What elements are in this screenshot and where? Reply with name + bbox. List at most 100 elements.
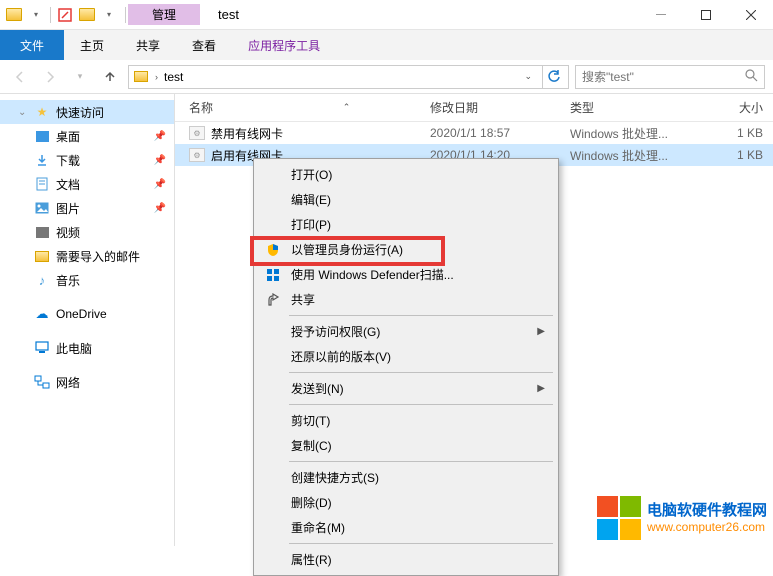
- sidebar-item-folder[interactable]: 需要导入的邮件: [0, 244, 174, 268]
- separator: [125, 7, 126, 23]
- ribbon-tab-view[interactable]: 查看: [176, 30, 232, 60]
- download-icon: [34, 152, 50, 168]
- menu-separator: [289, 372, 553, 373]
- folder-icon[interactable]: [4, 5, 24, 25]
- search-icon[interactable]: [745, 69, 758, 85]
- address-dropdown-icon[interactable]: ⌄: [520, 71, 536, 82]
- sidebar-item-video[interactable]: 视频: [0, 220, 174, 244]
- menu-item[interactable]: 发送到(N) ▶: [257, 376, 555, 401]
- window-title: test: [200, 5, 257, 24]
- history-dropdown-icon[interactable]: ▾: [68, 65, 92, 89]
- sidebar-item-pc[interactable]: 此电脑: [0, 336, 174, 360]
- menu-item-label: 发送到(N): [291, 380, 344, 397]
- menu-item[interactable]: 使用 Windows Defender扫描...: [257, 262, 555, 287]
- menu-item-label: 还原以前的版本(V): [291, 348, 391, 365]
- column-size[interactable]: 大小: [690, 99, 773, 116]
- network-icon: [34, 374, 50, 390]
- file-type: Windows 批处理...: [570, 125, 690, 142]
- menu-separator: [289, 543, 553, 544]
- music-icon: ♪: [34, 272, 50, 288]
- star-icon: ★: [34, 104, 50, 120]
- qat-more-icon[interactable]: ▾: [99, 5, 119, 25]
- column-type[interactable]: 类型: [570, 99, 690, 116]
- menu-item[interactable]: 以管理员身份运行(A): [257, 237, 555, 262]
- back-button[interactable]: [8, 65, 32, 89]
- column-name[interactable]: 名称⌃: [175, 99, 430, 116]
- video-icon: [34, 224, 50, 240]
- ribbon-tabs: 文件 主页 共享 查看 应用程序工具: [0, 30, 773, 60]
- menu-item[interactable]: 复制(C): [257, 433, 555, 458]
- windows-logo-icon: [597, 496, 641, 540]
- sidebar-item-cloud[interactable]: ☁ OneDrive: [0, 302, 174, 326]
- table-row[interactable]: ⚙禁用有线网卡2020/1/1 18:57Windows 批处理...1 KB: [175, 122, 773, 144]
- sidebar-item-download[interactable]: 下载📌: [0, 148, 174, 172]
- submenu-arrow-icon: ▶: [537, 326, 545, 337]
- sidebar-item-music[interactable]: ♪ 音乐: [0, 268, 174, 292]
- menu-item-label: 授予访问权限(G): [291, 323, 380, 340]
- context-tab[interactable]: 管理: [128, 4, 200, 25]
- menu-item[interactable]: 重命名(M): [257, 515, 555, 540]
- watermark-url: www.computer26.com: [647, 520, 767, 534]
- menu-item[interactable]: 还原以前的版本(V): [257, 344, 555, 369]
- ribbon-tab-share[interactable]: 共享: [120, 30, 176, 60]
- submenu-arrow-icon: ▶: [537, 383, 545, 394]
- ribbon-tab-home[interactable]: 主页: [64, 30, 120, 60]
- folder-icon: [34, 248, 50, 264]
- menu-item[interactable]: 编辑(E): [257, 187, 555, 212]
- desktop-icon: [34, 128, 50, 144]
- menu-item[interactable]: 剪切(T): [257, 408, 555, 433]
- pin-icon: 📌: [154, 179, 166, 190]
- new-folder-icon[interactable]: [77, 5, 97, 25]
- sidebar-item-label: 下载: [56, 152, 80, 169]
- menu-item[interactable]: 共享: [257, 287, 555, 312]
- cloud-icon: ☁: [34, 306, 50, 322]
- menu-item-label: 打开(O): [291, 166, 332, 183]
- column-date[interactable]: 修改日期: [430, 99, 570, 116]
- menu-item[interactable]: 授予访问权限(G) ▶: [257, 319, 555, 344]
- close-button[interactable]: [728, 1, 773, 29]
- menu-item[interactable]: 打印(P): [257, 212, 555, 237]
- chevron-icon[interactable]: ›: [155, 72, 158, 82]
- menu-item[interactable]: 打开(O): [257, 162, 555, 187]
- breadcrumb-segment[interactable]: test: [164, 70, 183, 84]
- forward-button[interactable]: [38, 65, 62, 89]
- separator: [50, 7, 51, 23]
- context-menu: 打开(O) 编辑(E)打印(P) 以管理员身份运行(A) 使用 Windows Def…: [253, 158, 559, 576]
- sidebar-item-label: 音乐: [56, 272, 80, 289]
- quick-access-toolbar: ▾ ▾: [0, 5, 123, 25]
- sidebar-item-label: 视频: [56, 224, 80, 241]
- shield-icon: [264, 241, 282, 259]
- menu-item-label: 以管理员身份运行(A): [291, 241, 403, 258]
- ribbon-tab-apptools[interactable]: 应用程序工具: [232, 30, 336, 60]
- sidebar-item-document[interactable]: 文档📌: [0, 172, 174, 196]
- maximize-button[interactable]: [683, 1, 728, 29]
- share-icon: [264, 291, 282, 309]
- search-input[interactable]: [582, 70, 745, 84]
- file-tab[interactable]: 文件: [0, 30, 64, 60]
- batch-file-icon: ⚙: [189, 126, 205, 140]
- pin-icon: 📌: [154, 203, 166, 214]
- navigation-pane: ⌄★快速访问桌面📌下载📌文档📌图片📌视频需要导入的邮件♪音乐☁OneDrive此…: [0, 94, 175, 546]
- menu-item[interactable]: 创建快捷方式(S): [257, 465, 555, 490]
- menu-separator: [289, 315, 553, 316]
- qat-dropdown-icon[interactable]: ▾: [26, 5, 46, 25]
- sidebar-item-star[interactable]: ⌄★快速访问: [0, 100, 174, 124]
- search-box[interactable]: [575, 65, 765, 89]
- refresh-button[interactable]: [542, 66, 564, 88]
- folder-icon: [133, 69, 149, 85]
- menu-item[interactable]: 删除(D): [257, 490, 555, 515]
- address-input[interactable]: › test ⌄: [128, 65, 569, 89]
- file-date: 2020/1/1 18:57: [430, 126, 570, 140]
- document-icon: [34, 176, 50, 192]
- menu-item-label: 属性(R): [291, 551, 332, 568]
- sidebar-item-picture[interactable]: 图片📌: [0, 196, 174, 220]
- menu-separator: [289, 461, 553, 462]
- sidebar-item-network[interactable]: 网络: [0, 370, 174, 394]
- watermark-title: 电脑软硬件教程网: [647, 502, 767, 520]
- menu-item[interactable]: 属性(R): [257, 547, 555, 572]
- sidebar-item-desktop[interactable]: 桌面📌: [0, 124, 174, 148]
- properties-icon[interactable]: [55, 5, 75, 25]
- up-button[interactable]: [98, 65, 122, 89]
- minimize-button[interactable]: [638, 1, 683, 29]
- sidebar-item-label: OneDrive: [56, 307, 107, 321]
